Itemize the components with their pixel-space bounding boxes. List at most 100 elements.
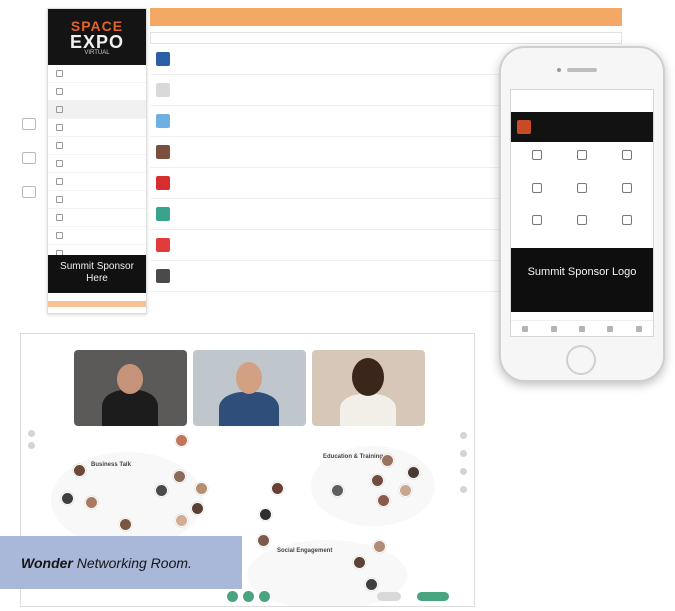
feed-thumb-image — [156, 83, 170, 97]
room-pill-button[interactable] — [377, 592, 401, 601]
rail-people-icon[interactable] — [22, 152, 36, 164]
sidebar-sponsor-banner[interactable]: Summit Sponsor Here — [48, 255, 146, 293]
rail-chat-icon[interactable] — [22, 118, 36, 130]
phone-sponsor-banner[interactable]: Summit Sponsor Logo — [511, 248, 653, 312]
phone-camera — [557, 68, 561, 72]
participant-avatar[interactable] — [259, 508, 272, 521]
side-control[interactable] — [460, 450, 467, 457]
feed-header-bar — [150, 8, 622, 26]
tab-agenda-icon[interactable] — [550, 325, 557, 332]
participant-avatar[interactable] — [381, 454, 394, 467]
camera-button[interactable] — [243, 591, 254, 602]
phone-menu-item[interactable] — [604, 148, 649, 177]
sidebar-item[interactable] — [48, 65, 146, 83]
phone-speaker — [567, 68, 597, 72]
phone-status-bar — [511, 90, 653, 98]
video-tile[interactable] — [74, 350, 187, 426]
room-top-bar — [21, 334, 474, 346]
caption-brand: Wonder — [21, 554, 73, 571]
nav-icon — [56, 214, 63, 221]
phone-menu-item[interactable] — [560, 148, 605, 177]
menu-item-icon — [576, 215, 587, 226]
sidebar-item[interactable] — [48, 83, 146, 101]
sidebar-item[interactable] — [48, 155, 146, 173]
menu-item-icon — [621, 215, 632, 226]
phone-mockup: Summit Sponsor Logo — [499, 46, 665, 382]
caption-text: Wonder Networking Room. — [21, 555, 192, 571]
participant-avatar[interactable] — [373, 540, 386, 553]
tab-people-icon[interactable] — [578, 325, 585, 332]
phone-menu-item[interactable] — [604, 181, 649, 210]
left-rail — [16, 110, 42, 300]
participant-avatar[interactable] — [353, 556, 366, 569]
video-tile[interactable] — [193, 350, 306, 426]
phone-menu-item[interactable] — [560, 213, 605, 242]
sidebar-item[interactable] — [48, 119, 146, 137]
participant-body — [219, 392, 279, 426]
participant-avatar[interactable] — [191, 502, 204, 515]
menu-item-icon — [532, 182, 543, 193]
nav-icon — [56, 232, 63, 239]
side-control[interactable] — [460, 486, 467, 493]
participant-avatar[interactable] — [175, 434, 188, 447]
nav-icon — [56, 70, 63, 77]
phone-home-button — [566, 345, 596, 375]
participant-avatar[interactable] — [155, 484, 168, 497]
phone-app-header — [511, 98, 653, 112]
participant-avatar[interactable] — [175, 514, 188, 527]
participant-avatar[interactable] — [371, 474, 384, 487]
event-logo: SPACE EXPO VIRTUAL — [48, 9, 146, 65]
participant-avatar[interactable] — [73, 464, 86, 477]
zoom-in-control[interactable] — [28, 430, 35, 437]
side-control[interactable] — [460, 432, 467, 439]
zoom-out-control[interactable] — [28, 442, 35, 449]
sidebar-item[interactable] — [48, 191, 146, 209]
share-button[interactable] — [259, 591, 270, 602]
sidebar-item-active[interactable] — [48, 101, 146, 119]
tab-home-icon[interactable] — [522, 325, 529, 332]
feed-thumb-image — [156, 176, 170, 190]
participant-face — [117, 364, 143, 394]
participant-avatar[interactable] — [173, 470, 186, 483]
nav-icon — [56, 124, 63, 131]
sidebar-item[interactable] — [48, 209, 146, 227]
video-tile[interactable] — [312, 350, 425, 426]
menu-item-icon — [621, 150, 632, 160]
participant-avatar[interactable] — [195, 482, 208, 495]
phone-menu-item[interactable] — [560, 181, 605, 210]
participant-avatar[interactable] — [365, 578, 378, 591]
menu-item-icon — [576, 182, 587, 193]
circle-label: Business Talk — [91, 462, 131, 468]
participant-avatar[interactable] — [271, 482, 284, 495]
sidebar-item[interactable] — [48, 173, 146, 191]
mic-button[interactable] — [227, 591, 238, 602]
side-control[interactable] — [460, 468, 467, 475]
tab-chat-icon[interactable] — [607, 325, 614, 332]
participant-body — [102, 390, 158, 426]
nav-icon — [56, 88, 63, 95]
sidebar-item[interactable] — [48, 137, 146, 155]
phone-menu-item[interactable] — [515, 213, 560, 242]
participant-avatar[interactable] — [407, 466, 420, 479]
phone-event-banner[interactable] — [511, 112, 653, 142]
participant-avatar[interactable] — [257, 534, 270, 547]
participant-avatar[interactable] — [399, 484, 412, 497]
phone-menu-item[interactable] — [515, 148, 560, 177]
feed-search-input[interactable] — [150, 32, 622, 44]
participant-avatar[interactable] — [331, 484, 344, 497]
phone-menu-item[interactable] — [604, 213, 649, 242]
participant-avatar[interactable] — [377, 494, 390, 507]
room-pill-button[interactable] — [417, 592, 449, 601]
sidebar-item[interactable] — [48, 227, 146, 245]
participant-face — [352, 358, 384, 396]
caption-rest: Networking Room. — [72, 554, 192, 571]
logo-line-3: VIRTUAL — [84, 50, 110, 56]
rail-settings-icon[interactable] — [22, 186, 36, 198]
participant-avatar[interactable] — [61, 492, 74, 505]
participant-avatar[interactable] — [85, 496, 98, 509]
phone-menu-item[interactable] — [515, 181, 560, 210]
circle-label: Education & Training — [323, 454, 384, 460]
tab-more-icon[interactable] — [635, 325, 642, 332]
participant-avatar[interactable] — [119, 518, 132, 531]
feed-thumb-image — [156, 145, 170, 159]
